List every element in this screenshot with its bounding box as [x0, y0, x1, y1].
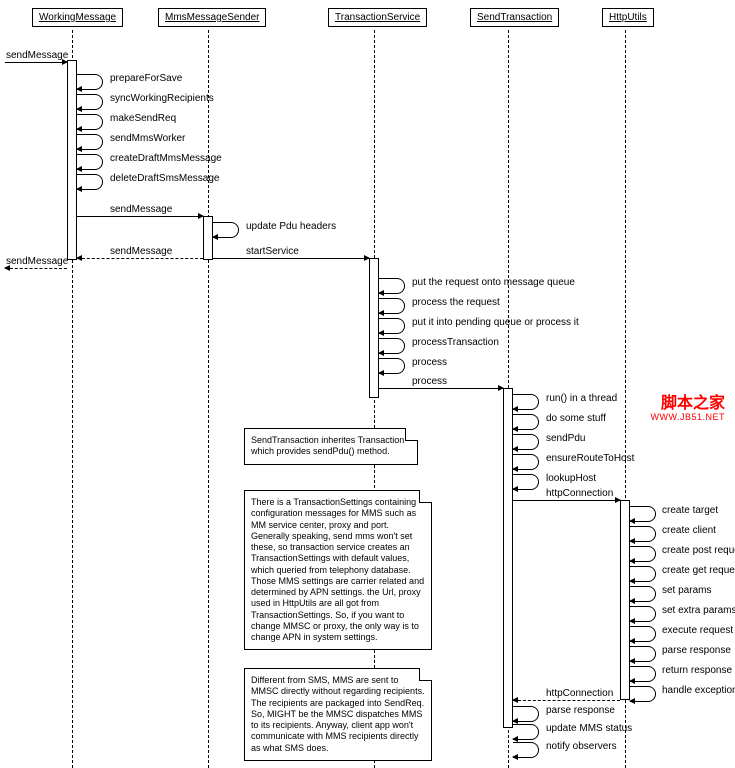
- label-createpostrequest: create post request: [662, 545, 735, 556]
- label-processtransaction: processTransaction: [412, 337, 499, 348]
- loop-runthread: [513, 394, 539, 410]
- loop-dosomestuff: [513, 414, 539, 430]
- label-executerequest: execute request: [662, 625, 733, 636]
- activation-sendtransaction: [503, 388, 513, 728]
- loop-parseresponse-2: [513, 706, 539, 722]
- label-updatemmsstatus: update MMS status: [546, 723, 632, 734]
- loop-creategetrequest: [630, 566, 656, 582]
- label-sendpdu: sendPdu: [546, 433, 585, 444]
- loop-syncworkingrecipients: [77, 94, 103, 110]
- return-sendmessage-out: [5, 268, 67, 269]
- loop-createclient: [630, 526, 656, 542]
- label-runthread: run() in a thread: [546, 393, 617, 404]
- loop-lookuphost: [513, 474, 539, 490]
- lifeline-workingmessage: WorkingMessage: [32, 8, 123, 27]
- label-startservice: startService: [246, 246, 299, 257]
- label-handleexceptions: handle exceptions: [662, 685, 735, 696]
- loop-deletedraftsmsmessage: [77, 174, 103, 190]
- label-syncworkingrecipients: syncWorkingRecipients: [110, 93, 214, 104]
- watermark-cn: 脚本之家: [650, 395, 725, 413]
- loop-notifyobservers: [513, 742, 539, 758]
- label-processrequest: process the request: [412, 297, 500, 308]
- loop-makesendreq: [77, 114, 103, 130]
- loop-executerequest: [630, 626, 656, 642]
- label-sendmmsworker: sendMmsWorker: [110, 133, 185, 144]
- lifeline-sendtransaction: SendTransaction: [470, 8, 559, 27]
- loop-handleexceptions: [630, 686, 656, 702]
- label-sendmessage-1: sendMessage: [110, 204, 172, 215]
- label-parseresponse-2: parse response: [546, 705, 615, 716]
- label-parseresponse-1: parse response: [662, 645, 731, 656]
- loop-createdraftmmsmessage: [77, 154, 103, 170]
- loop-processtransaction: [379, 338, 405, 354]
- loop-process-1: [379, 358, 405, 374]
- arrow-sendmessage-in: [5, 62, 67, 63]
- lifeline-mmsmessagesender: MmsMessageSender: [158, 8, 266, 27]
- arrow-sendmessage-1: [77, 216, 203, 217]
- loop-processrequest: [379, 298, 405, 314]
- note-transactionsettings: There is a TransactionSettings containin…: [244, 490, 432, 650]
- label-process-1: process: [412, 357, 447, 368]
- label-sendmessage-in: sendMessage: [6, 50, 68, 61]
- watermark-url: WWW.JB51.NET: [650, 413, 725, 423]
- label-prepareforsave: prepareForSave: [110, 73, 182, 84]
- label-createdraftmmsmessage: createDraftMmsMessage: [110, 153, 222, 164]
- loop-prepareforsave: [77, 74, 103, 90]
- label-creategetrequest: create get request: [662, 565, 735, 576]
- loop-setextraparams: [630, 606, 656, 622]
- label-ensureroutetohost: ensureRouteToHost: [546, 453, 634, 464]
- lifeline-httputils: HttpUtils: [602, 8, 654, 27]
- label-createtarget: create target: [662, 505, 718, 516]
- label-setextraparams: set extra params: [662, 605, 735, 616]
- note-sendtransaction-inherits: SendTransaction inherites Transaction wh…: [244, 428, 418, 465]
- note-mms-vs-sms: Different from SMS, MMS are sent to MMSC…: [244, 668, 432, 761]
- loop-ensureroutetohost: [513, 454, 539, 470]
- label-setparams: set params: [662, 585, 711, 596]
- watermark: 脚本之家 WWW.JB51.NET: [650, 395, 725, 422]
- label-createclient: create client: [662, 525, 716, 536]
- label-makesendreq: makeSendReq: [110, 113, 176, 124]
- label-httpconnection-1: httpConnection: [546, 488, 613, 499]
- loop-sendmmsworker: [77, 134, 103, 150]
- label-sendmessage-ret-out: sendMessage: [6, 256, 68, 267]
- label-pendingorprocess: put it into pending queue or process it: [412, 317, 579, 328]
- label-notifyobservers: notify observers: [546, 741, 617, 752]
- label-putrequestqueue: put the request onto message queue: [412, 277, 575, 288]
- loop-sendpdu: [513, 434, 539, 450]
- label-sendmessage-ret-mid: sendMessage: [110, 246, 172, 257]
- arrow-startservice: [213, 258, 369, 259]
- label-returnresponse: return response: [662, 665, 732, 676]
- loop-pendingorprocess: [379, 318, 405, 334]
- arrow-process-2: [379, 388, 503, 389]
- loop-createpostrequest: [630, 546, 656, 562]
- lifeline-transactionservice: TransactionService: [328, 8, 427, 27]
- label-updatepduheaders: update Pdu headers: [246, 221, 336, 232]
- label-httpconnection-ret: httpConnection: [546, 688, 613, 699]
- label-process-2: process: [412, 376, 447, 387]
- label-dosomestuff: do some stuff: [546, 413, 606, 424]
- loop-createtarget: [630, 506, 656, 522]
- loop-parseresponse-1: [630, 646, 656, 662]
- label-lookuphost: lookupHost: [546, 473, 596, 484]
- loop-putrequestqueue: [379, 278, 405, 294]
- arrow-httpconnection-1: [513, 500, 620, 501]
- loop-setparams: [630, 586, 656, 602]
- label-deletedraftsmsmessage: deleteDraftSmsMessage: [110, 173, 220, 184]
- loop-updatemmsstatus: [513, 724, 539, 740]
- loop-updatepduheaders: [213, 222, 239, 238]
- return-sendmessage-mid: [77, 258, 203, 259]
- loop-returnresponse: [630, 666, 656, 682]
- activation-transactionservice: [369, 258, 379, 398]
- return-httpconnection: [513, 700, 620, 701]
